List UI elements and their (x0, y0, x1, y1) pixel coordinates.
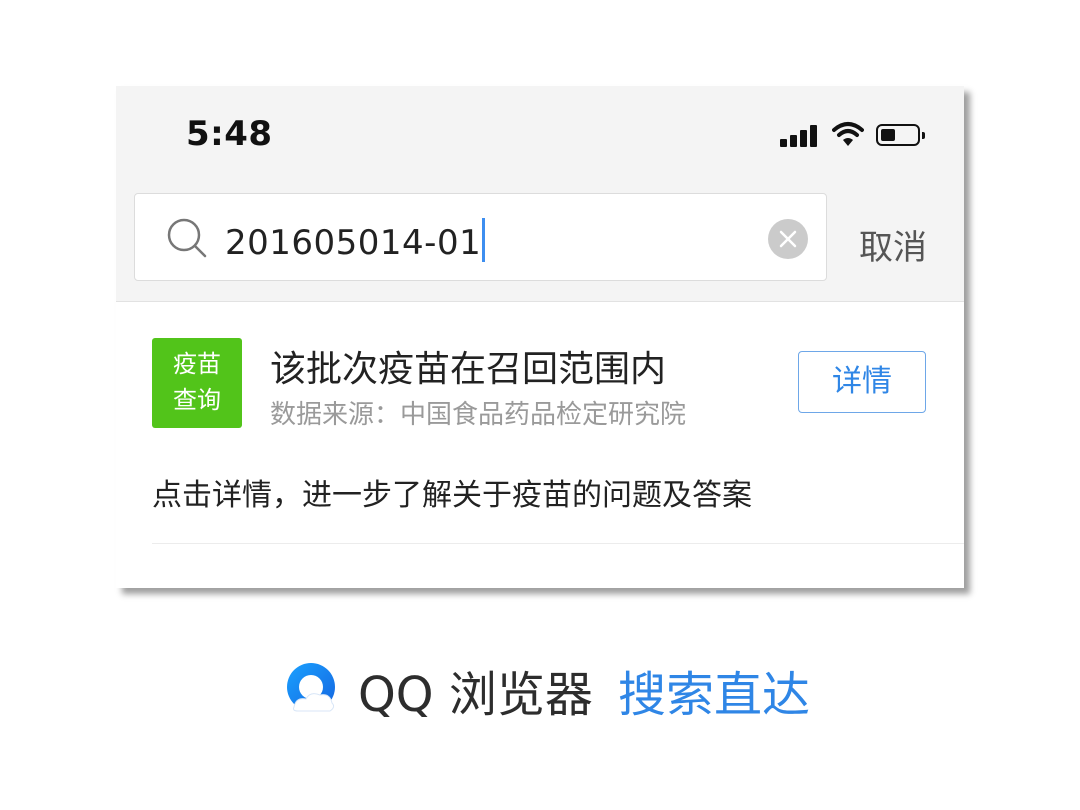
search-input[interactable]: 201605014-01 (225, 218, 486, 263)
clear-button[interactable] (768, 219, 808, 259)
phone-screen: 5:48 201605014-01 取消 疫苗 查询 该批次疫苗在召回范围内 数… (116, 86, 964, 588)
detail-button[interactable]: 详情 (798, 351, 926, 413)
header-area: 5:48 201605014-01 取消 (116, 86, 964, 302)
cancel-button[interactable]: 取消 (859, 220, 927, 269)
battery-icon (876, 124, 925, 146)
qq-browser-logo-icon (287, 663, 335, 712)
divider (152, 543, 964, 544)
status-time: 5:48 (186, 114, 273, 154)
tag-line-1: 疫苗 (173, 350, 221, 378)
text-caret (482, 218, 486, 262)
result-source: 数据来源：中国食品药品检定研究院 (270, 400, 687, 430)
tag-line-2: 查询 (173, 386, 221, 414)
search-icon (167, 218, 207, 258)
brand-name: QQ 浏览器 (358, 667, 593, 723)
wifi-icon (832, 122, 864, 146)
result-title: 该批次疫苗在召回范围内 (270, 349, 667, 390)
search-result-card[interactable]: 疫苗 查询 该批次疫苗在召回范围内 数据来源：中国食品药品检定研究院 详情 点击… (116, 302, 964, 588)
search-field[interactable]: 201605014-01 (134, 193, 827, 281)
result-description[interactable]: 点击详情，进一步了解关于疫苗的问题及答案 (152, 470, 752, 514)
signal-icon (780, 125, 820, 147)
search-input-text: 201605014-01 (225, 223, 482, 263)
clear-icon (779, 230, 797, 248)
brand-slogan: 搜索直达 (618, 667, 811, 723)
vaccine-query-tag: 疫苗 查询 (152, 338, 242, 428)
